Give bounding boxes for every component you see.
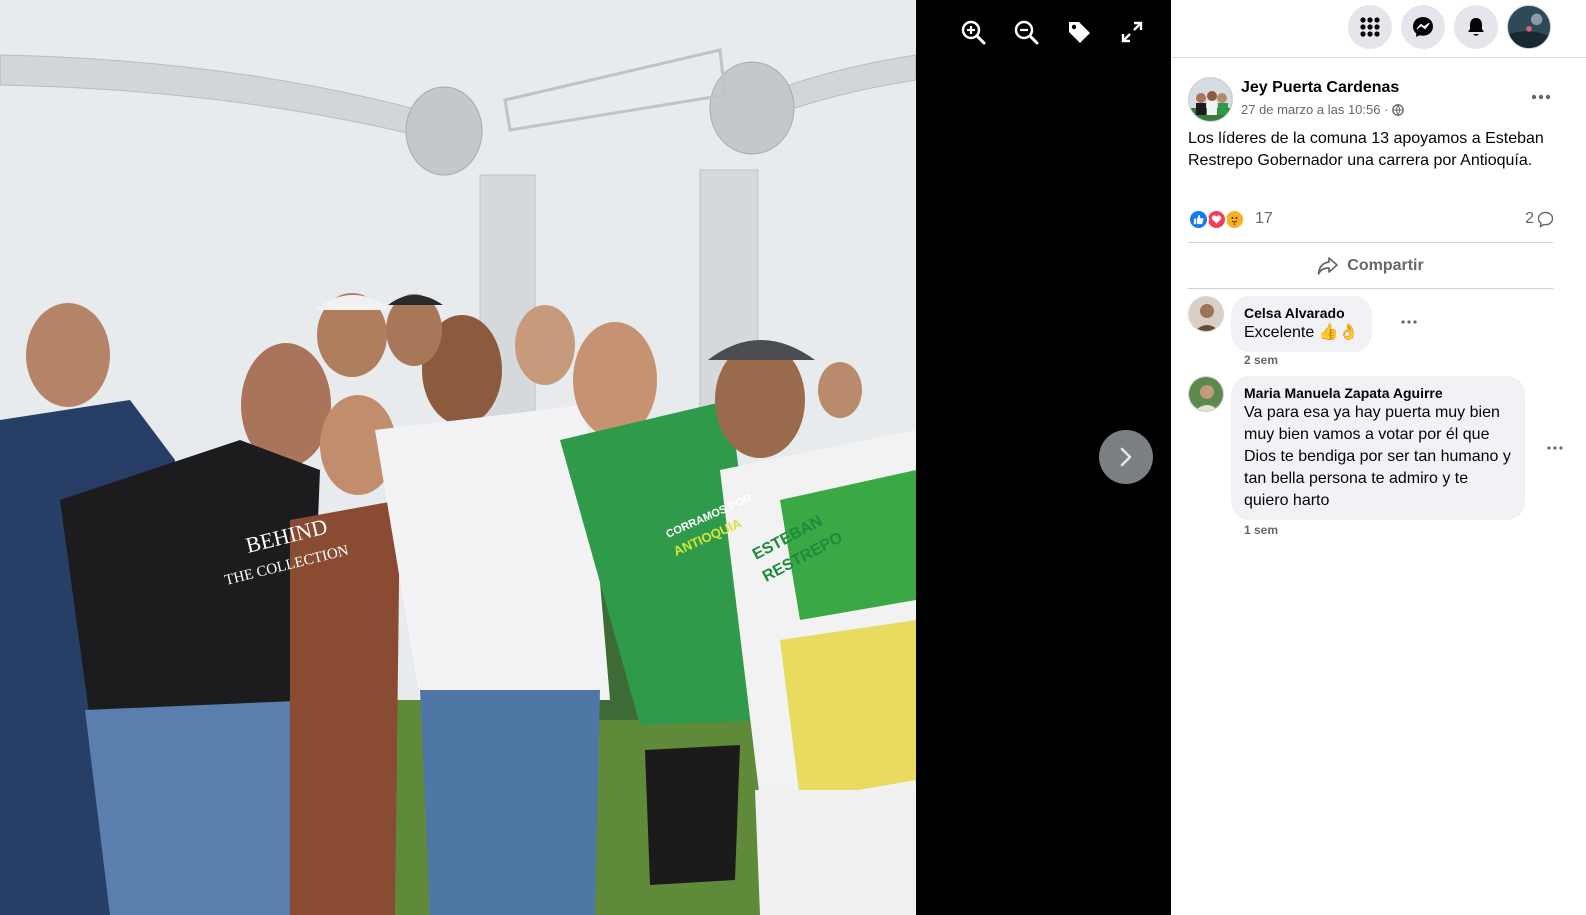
top-navigation <box>1171 0 1586 58</box>
comment-options-button[interactable] <box>1395 308 1423 336</box>
zoom-in-button[interactable] <box>955 14 991 50</box>
love-reaction-icon <box>1206 209 1227 230</box>
comment-bubble-icon <box>1537 211 1554 228</box>
zoom-out-button[interactable] <box>1008 14 1044 50</box>
tag-icon <box>1069 22 1090 43</box>
more-options-icon <box>1547 446 1563 450</box>
profile-photo-icon <box>1508 6 1550 48</box>
post-text: Los líderes de la comuna 13 apoyamos a E… <box>1188 130 1544 169</box>
comment-bubble: Maria Manuela Zapata Aguirre Va para esa… <box>1231 376 1525 520</box>
globe-icon <box>1392 103 1405 116</box>
messenger-button[interactable] <box>1401 5 1445 49</box>
comment-count-button[interactable]: 2 <box>1525 210 1554 228</box>
post-header: Jey Puerta Cardenas 27 de marzo a las 10… <box>1188 77 1558 123</box>
reaction-count[interactable]: 17 <box>1255 210 1273 228</box>
menu-button[interactable] <box>1348 5 1392 49</box>
fullscreen-button[interactable] <box>1114 14 1150 50</box>
chevron-right-icon <box>1120 447 1132 467</box>
zoom-out-icon <box>1014 20 1039 45</box>
post-options-button[interactable] <box>1527 83 1555 111</box>
comment-options-button[interactable] <box>1541 434 1569 462</box>
photo-viewer: BEHIND THE COLLECTION CORRAMOS POR ANTIO… <box>0 0 1171 915</box>
commenter-name[interactable]: Maria Manuela Zapata Aguirre <box>1244 384 1512 402</box>
group-photo-illustration: BEHIND THE COLLECTION CORRAMOS POR ANTIO… <box>0 0 916 915</box>
post-meta: 27 de marzo a las 10:56 · <box>1241 102 1405 117</box>
more-options-icon <box>1531 94 1551 100</box>
divider <box>1188 242 1553 243</box>
author-avatar-image <box>1189 78 1232 121</box>
comment-item: Celsa Alvarado Excelente 👍👌 2 sem <box>1188 296 1568 371</box>
comment-text: Va para esa ya hay puerta muy bien muy b… <box>1244 404 1511 509</box>
reactions-bar: 17 2 <box>1188 206 1556 234</box>
commenter-avatar-image <box>1189 377 1223 411</box>
commenter-avatar[interactable] <box>1188 376 1224 412</box>
share-label: Compartir <box>1347 257 1424 274</box>
zoom-in-icon <box>961 20 986 45</box>
commenter-name[interactable]: Celsa Alvarado <box>1244 304 1359 322</box>
more-options-icon <box>1401 320 1417 324</box>
share-button[interactable]: Compartir <box>1188 245 1553 287</box>
tag-photo-button[interactable] <box>1061 14 1097 50</box>
commenter-avatar[interactable] <box>1188 296 1224 332</box>
comment-item: Maria Manuela Zapata Aguirre Va para esa… <box>1188 376 1568 546</box>
comment-time[interactable]: 1 sem <box>1244 523 1278 537</box>
fullscreen-icon <box>1121 21 1143 43</box>
post-panel: Jey Puerta Cardenas 27 de marzo a las 10… <box>1171 0 1586 915</box>
messenger-icon <box>1413 17 1433 37</box>
comment-count: 2 <box>1525 210 1534 227</box>
next-photo-button[interactable] <box>1099 430 1153 484</box>
divider <box>1188 288 1553 289</box>
like-reaction-icon <box>1188 209 1209 230</box>
post-timestamp[interactable]: 27 de marzo a las 10:56 · <box>1241 102 1388 117</box>
author-avatar[interactable] <box>1188 77 1233 122</box>
viewer-toolbar <box>955 14 1150 50</box>
comment-bubble: Celsa Alvarado Excelente 👍👌 <box>1231 296 1372 352</box>
comment-time[interactable]: 2 sem <box>1244 353 1278 367</box>
care-reaction-icon <box>1224 209 1245 230</box>
profile-avatar[interactable] <box>1507 5 1551 49</box>
post-photo[interactable]: BEHIND THE COLLECTION CORRAMOS POR ANTIO… <box>0 0 916 915</box>
post-author-name[interactable]: Jey Puerta Cardenas <box>1241 79 1399 97</box>
menu-grid-icon <box>1360 17 1380 37</box>
notifications-bell-icon <box>1468 18 1484 36</box>
reaction-icons[interactable] <box>1188 209 1245 230</box>
commenter-avatar-image <box>1189 297 1223 331</box>
comment-text: Excelente 👍👌 <box>1244 324 1359 341</box>
notifications-button[interactable] <box>1454 5 1498 49</box>
share-icon <box>1317 257 1339 275</box>
